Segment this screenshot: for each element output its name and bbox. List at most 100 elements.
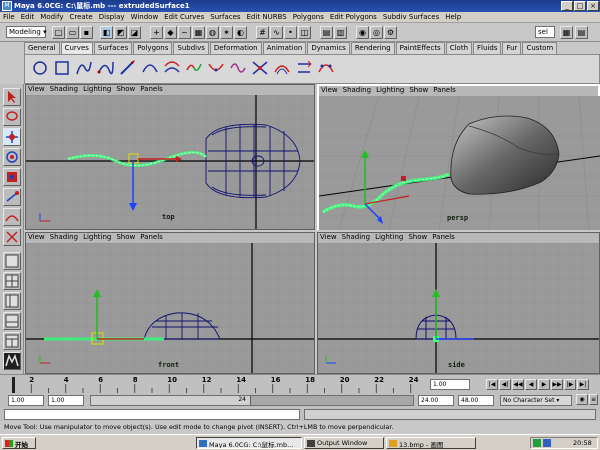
range-slider-handle[interactable]: 24 bbox=[91, 396, 251, 405]
render-globals-icon[interactable]: ⚙ bbox=[384, 26, 397, 39]
tab-custom[interactable]: Custom bbox=[522, 42, 558, 54]
close-button[interactable]: × bbox=[587, 1, 599, 11]
menu-file[interactable]: File bbox=[0, 12, 18, 22]
select-object-icon[interactable]: ◩ bbox=[114, 26, 127, 39]
step-forward-icon[interactable]: |▶ bbox=[564, 379, 576, 390]
persp-view-canvas[interactable] bbox=[319, 96, 600, 230]
channel-box-icon[interactable]: ▦ bbox=[560, 26, 573, 39]
playback-end-field[interactable]: 24.00 bbox=[418, 395, 454, 406]
mask-dynamics-icon[interactable]: ✶ bbox=[220, 26, 233, 39]
tab-animation[interactable]: Animation bbox=[262, 42, 307, 54]
tab-surfaces[interactable]: Surfaces bbox=[93, 42, 133, 54]
snap-view-icon[interactable]: ◫ bbox=[298, 26, 311, 39]
soft-mod-tool-icon[interactable] bbox=[3, 208, 21, 226]
menu-edit-curves[interactable]: Edit Curves bbox=[161, 12, 207, 22]
tab-fur[interactable]: Fur bbox=[502, 42, 522, 54]
arc-tool-icon[interactable] bbox=[141, 58, 159, 78]
mel-command-input[interactable] bbox=[4, 409, 300, 420]
menu-edit-nurbs[interactable]: Edit NURBS bbox=[244, 12, 290, 22]
reverse-curve-icon[interactable] bbox=[295, 58, 313, 78]
extend-curve-icon[interactable] bbox=[251, 58, 269, 78]
tab-general[interactable]: General bbox=[24, 42, 60, 54]
play-backward-icon[interactable]: ◀ bbox=[525, 379, 537, 390]
viewport-menu-show[interactable]: Show bbox=[116, 85, 135, 93]
viewport-menu-panels[interactable]: Panels bbox=[140, 233, 163, 241]
hypershade-layout-icon[interactable] bbox=[3, 332, 21, 350]
mask-deformers-icon[interactable]: ◍ bbox=[206, 26, 219, 39]
mask-handles-icon[interactable]: + bbox=[150, 26, 163, 39]
lasso-tool-icon[interactable] bbox=[3, 108, 21, 126]
go-to-end-icon[interactable]: ▶| bbox=[577, 379, 589, 390]
menuset-select[interactable]: Modeling ▾ bbox=[6, 26, 47, 38]
minimize-button[interactable]: _ bbox=[561, 1, 573, 11]
time-ruler[interactable]: 2 4 6 8 10 12 14 16 18 20 22 24 bbox=[10, 375, 426, 394]
single-pane-layout-icon[interactable] bbox=[3, 252, 21, 270]
menu-help[interactable]: Help bbox=[442, 12, 464, 22]
select-tool-icon[interactable] bbox=[3, 88, 21, 106]
current-frame-field[interactable]: 1.00 bbox=[430, 379, 470, 390]
viewport-menu-shading[interactable]: Shading bbox=[343, 86, 371, 94]
viewport-menu-show[interactable]: Show bbox=[116, 233, 135, 241]
viewport-menu-show[interactable]: Show bbox=[409, 86, 428, 94]
circle-tool-icon[interactable] bbox=[31, 58, 49, 78]
viewport-menu-shading[interactable]: Shading bbox=[342, 233, 370, 241]
viewport-persp[interactable]: View Shading Lighting Show Panels persp bbox=[317, 84, 600, 230]
select-component-icon[interactable]: ◪ bbox=[128, 26, 141, 39]
mask-surfaces-icon[interactable]: ▦ bbox=[192, 26, 205, 39]
tab-deformation[interactable]: Deformation bbox=[209, 42, 262, 54]
scale-tool-icon[interactable] bbox=[3, 168, 21, 186]
menu-edit[interactable]: Edit bbox=[18, 12, 38, 22]
mask-curves-icon[interactable]: ~ bbox=[178, 26, 191, 39]
last-tool-icon[interactable] bbox=[3, 228, 21, 246]
viewport-menu-view[interactable]: View bbox=[320, 233, 337, 241]
viewport-top[interactable]: View Shading Lighting Show Panels top bbox=[25, 84, 315, 230]
preferences-icon[interactable]: ≡ bbox=[589, 394, 598, 405]
prev-key-icon[interactable]: ◀◀ bbox=[512, 379, 524, 390]
task-paint[interactable]: 13.bmp - 画图 bbox=[386, 437, 476, 449]
attribute-editor-icon[interactable]: ▤ bbox=[575, 26, 588, 39]
go-to-start-icon[interactable]: |◀ bbox=[486, 379, 498, 390]
side-view-canvas[interactable] bbox=[318, 243, 599, 373]
menu-modify[interactable]: Modify bbox=[37, 12, 66, 22]
cv-curve-icon[interactable] bbox=[75, 58, 93, 78]
select-hierarchy-icon[interactable]: ◧ bbox=[100, 26, 113, 39]
range-slider[interactable]: 24 bbox=[90, 395, 414, 406]
top-view-canvas[interactable] bbox=[26, 95, 314, 229]
menu-create[interactable]: Create bbox=[66, 12, 95, 22]
menu-window[interactable]: Window bbox=[128, 12, 162, 22]
task-output-window[interactable]: Output Window bbox=[304, 437, 384, 449]
viewport-menu-panels[interactable]: Panels bbox=[433, 86, 456, 94]
tab-cloth[interactable]: Cloth bbox=[445, 42, 473, 54]
square-tool-icon[interactable] bbox=[53, 58, 71, 78]
rebuild-curve-icon[interactable] bbox=[317, 58, 335, 78]
volume-icon[interactable] bbox=[543, 439, 551, 447]
menu-display[interactable]: Display bbox=[96, 12, 128, 22]
snap-point-icon[interactable]: • bbox=[284, 26, 297, 39]
save-scene-icon[interactable]: ▪ bbox=[80, 26, 93, 39]
maya-icon[interactable]: M bbox=[2, 1, 12, 11]
detach-curves-icon[interactable] bbox=[207, 58, 225, 78]
render-icon[interactable]: ◉ bbox=[356, 26, 369, 39]
viewport-menu-lighting[interactable]: Lighting bbox=[83, 233, 111, 241]
network-icon[interactable] bbox=[533, 439, 541, 447]
next-key-icon[interactable]: ▶▶ bbox=[551, 379, 563, 390]
tab-polygons[interactable]: Polygons bbox=[133, 42, 173, 54]
duplicate-curve-icon[interactable] bbox=[163, 58, 181, 78]
attach-curves-icon[interactable] bbox=[185, 58, 203, 78]
viewport-side[interactable]: View Shading Lighting Show Panels side bbox=[317, 232, 600, 374]
menu-subdiv-surfaces[interactable]: Subdiv Surfaces bbox=[380, 12, 442, 22]
snap-curve-icon[interactable]: ∿ bbox=[270, 26, 283, 39]
selection-mask-select[interactable]: sel bbox=[535, 26, 555, 38]
tab-painteffects[interactable]: PaintEffects bbox=[395, 42, 445, 54]
viewport-menu-lighting[interactable]: Lighting bbox=[375, 233, 403, 241]
viewport-menu-panels[interactable]: Panels bbox=[140, 85, 163, 93]
snap-grid-icon[interactable]: # bbox=[256, 26, 269, 39]
history-icon[interactable]: ▤ bbox=[320, 26, 333, 39]
menu-polygons[interactable]: Polygons bbox=[290, 12, 327, 22]
tab-curves[interactable]: Curves bbox=[60, 42, 93, 54]
offset-curve-icon[interactable] bbox=[273, 58, 291, 78]
menu-surfaces[interactable]: Surfaces bbox=[207, 12, 243, 22]
insert-knot-icon[interactable] bbox=[229, 58, 247, 78]
playback-start-field[interactable]: 1.00 bbox=[48, 395, 84, 406]
maximize-button[interactable]: □ bbox=[574, 1, 586, 11]
